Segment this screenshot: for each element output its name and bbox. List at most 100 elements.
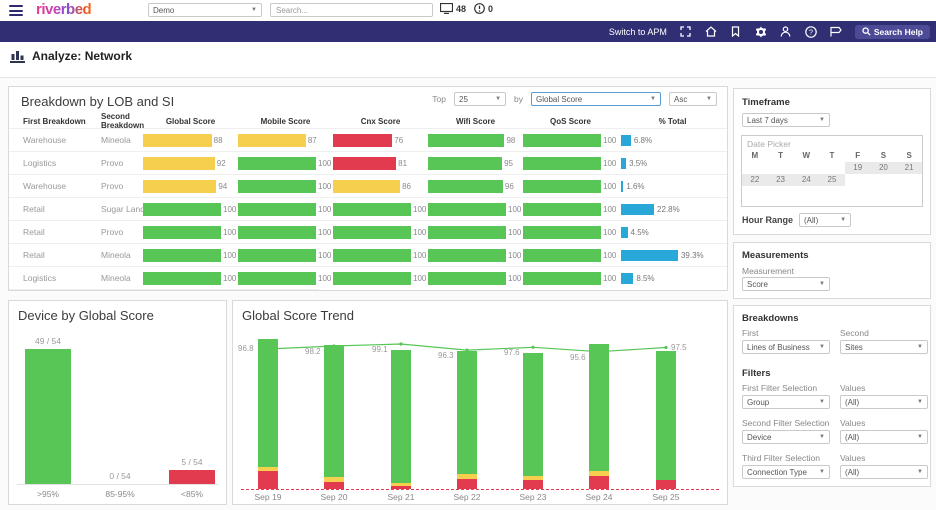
- filter-values-select[interactable]: (All)▼: [840, 430, 928, 444]
- chevron-down-icon: ▼: [706, 96, 712, 102]
- table-row[interactable]: WarehouseProvo9410086961001.6%: [9, 174, 727, 197]
- score-bar: [143, 203, 221, 216]
- table-row[interactable]: LogisticsMineola1001001001001008.5%: [9, 266, 727, 289]
- breakdowns-filters-panel: Breakdowns First Lines of Business▼ Seco…: [733, 305, 931, 487]
- score-cell: 100: [523, 157, 618, 170]
- feedback-flag-icon[interactable]: [830, 26, 842, 38]
- hour-range-select[interactable]: (All)▼: [799, 213, 851, 227]
- total-bar: [621, 204, 654, 215]
- device-chart-bar[interactable]: [25, 349, 71, 484]
- score-cell: 100: [238, 157, 333, 170]
- user-icon[interactable]: [780, 26, 792, 38]
- table-body: WarehouseMineola888776981006.8%Logistics…: [9, 128, 727, 301]
- first-breakdown-select[interactable]: Lines of Business▼: [742, 340, 830, 354]
- home-icon[interactable]: [705, 26, 717, 38]
- score-cell: 92: [143, 157, 238, 170]
- device-count: 48: [456, 4, 466, 14]
- trend-x-label: Sep 23: [508, 492, 558, 502]
- table-row[interactable]: RetailSugar Land10010010010010022.8%: [9, 197, 727, 220]
- score-value: 96: [505, 182, 514, 191]
- trend-line-value-label: 98.2: [305, 347, 321, 356]
- device-chart-x-label: <85%: [162, 489, 222, 499]
- search-input[interactable]: [270, 3, 433, 17]
- score-cell: 100: [428, 203, 523, 216]
- total-bar: [621, 250, 678, 261]
- score-value: 100: [603, 159, 616, 168]
- hour-range-label: Hour Range: [742, 215, 793, 225]
- calendar-day[interactable]: 21: [896, 162, 922, 174]
- trend-stacked-bar[interactable]: [457, 351, 477, 489]
- trend-line-value-label: 96.3: [438, 351, 454, 360]
- filter-values-select[interactable]: (All)▼: [840, 395, 928, 409]
- by-label: by: [514, 94, 523, 104]
- first-breakdown-cell: Logistics: [9, 273, 101, 283]
- page-header: Analyze: Network: [10, 49, 132, 63]
- trend-stacked-bar[interactable]: [391, 350, 411, 490]
- expand-icon[interactable]: [680, 26, 692, 38]
- score-bar: [143, 272, 221, 285]
- calendar-empty-cell: [896, 174, 922, 186]
- table-row[interactable]: WarehouseMineola888776981006.8%: [9, 128, 727, 151]
- score-cell: 100: [333, 272, 428, 285]
- filters-title: Filters: [742, 368, 771, 379]
- sort-field-select[interactable]: Global Score▼: [531, 92, 661, 106]
- trend-stacked-bar[interactable]: [589, 344, 609, 490]
- first-breakdown-cell: Warehouse: [9, 135, 101, 145]
- score-value: 88: [214, 136, 223, 145]
- score-value: 100: [413, 251, 426, 260]
- calendar-day[interactable]: 22: [742, 174, 768, 186]
- measurements-panel: Measurements Measurement Score▼: [733, 242, 931, 299]
- trend-stacked-bar[interactable]: [258, 339, 278, 489]
- measurement-select[interactable]: Score▼: [742, 277, 830, 291]
- filter-values: Values(All)▼: [840, 383, 928, 409]
- filter-values-select[interactable]: (All)▼: [840, 465, 928, 479]
- calendar-day[interactable]: 19: [845, 162, 871, 174]
- score-cell: 100: [143, 203, 238, 216]
- score-value: 100: [603, 274, 616, 283]
- help-icon[interactable]: ?: [805, 26, 817, 38]
- filter-selection-select[interactable]: Device▼: [742, 430, 830, 444]
- second-breakdown-cell: Sugar Land: [101, 204, 143, 214]
- environment-select[interactable]: Demo▼: [148, 3, 262, 17]
- score-bar: [143, 249, 221, 262]
- calendar-day[interactable]: 24: [793, 174, 819, 186]
- calendar-day[interactable]: 25: [819, 174, 845, 186]
- trend-segment-red: [457, 479, 477, 490]
- sort-order-select[interactable]: Asc▼: [669, 92, 717, 106]
- calendar-day[interactable]: 20: [871, 162, 897, 174]
- score-value: 100: [223, 228, 236, 237]
- bookmark-icon[interactable]: [730, 26, 742, 38]
- score-bar: [428, 203, 506, 216]
- score-bar: [523, 249, 601, 262]
- device-chart-bar[interactable]: [169, 470, 215, 484]
- search-help-button[interactable]: Search Help: [855, 25, 930, 39]
- timeframe-select[interactable]: Last 7 days▼: [742, 113, 830, 127]
- trend-stacked-bar[interactable]: [656, 351, 676, 489]
- menu-icon[interactable]: [9, 5, 23, 16]
- second-breakdown-select[interactable]: Sites▼: [840, 340, 928, 354]
- calendar-day[interactable]: 23: [768, 174, 794, 186]
- trend-segment-green: [523, 353, 543, 476]
- breakdown-panel-title: Breakdown by LOB and SI: [21, 94, 174, 109]
- trend-x-label: Sep 22: [442, 492, 492, 502]
- second-breakdown-cell: Mineola: [101, 273, 143, 283]
- gear-icon[interactable]: [755, 26, 767, 38]
- chevron-down-icon: ▼: [840, 217, 846, 223]
- device-count-indicator[interactable]: 48: [440, 3, 466, 14]
- alert-count-indicator[interactable]: 0: [474, 3, 493, 14]
- top-count-select[interactable]: 25▼: [454, 92, 506, 106]
- trend-stacked-bar[interactable]: [523, 353, 543, 490]
- filter-selection: Third Filter SelectionConnection Type▼: [742, 453, 830, 479]
- filter-selection-select[interactable]: Group▼: [742, 395, 830, 409]
- filter-selection-select[interactable]: Connection Type▼: [742, 465, 830, 479]
- second-breakdown-cell: Mineola: [101, 135, 143, 145]
- column-header: Mobile Score: [238, 117, 333, 126]
- switch-to-apm-link[interactable]: Switch to APM: [609, 27, 667, 37]
- score-cell: 100: [523, 272, 618, 285]
- table-row[interactable]: RetailProvo1001001001001004.5%: [9, 220, 727, 243]
- table-row[interactable]: LogisticsProvo9210081951003.5%: [9, 151, 727, 174]
- first-breakdown-cell: Retail: [9, 250, 101, 260]
- trend-stacked-bar[interactable]: [324, 345, 344, 489]
- chevron-down-icon: ▼: [819, 281, 825, 287]
- table-row[interactable]: RetailMineola10010010010010039.3%: [9, 243, 727, 266]
